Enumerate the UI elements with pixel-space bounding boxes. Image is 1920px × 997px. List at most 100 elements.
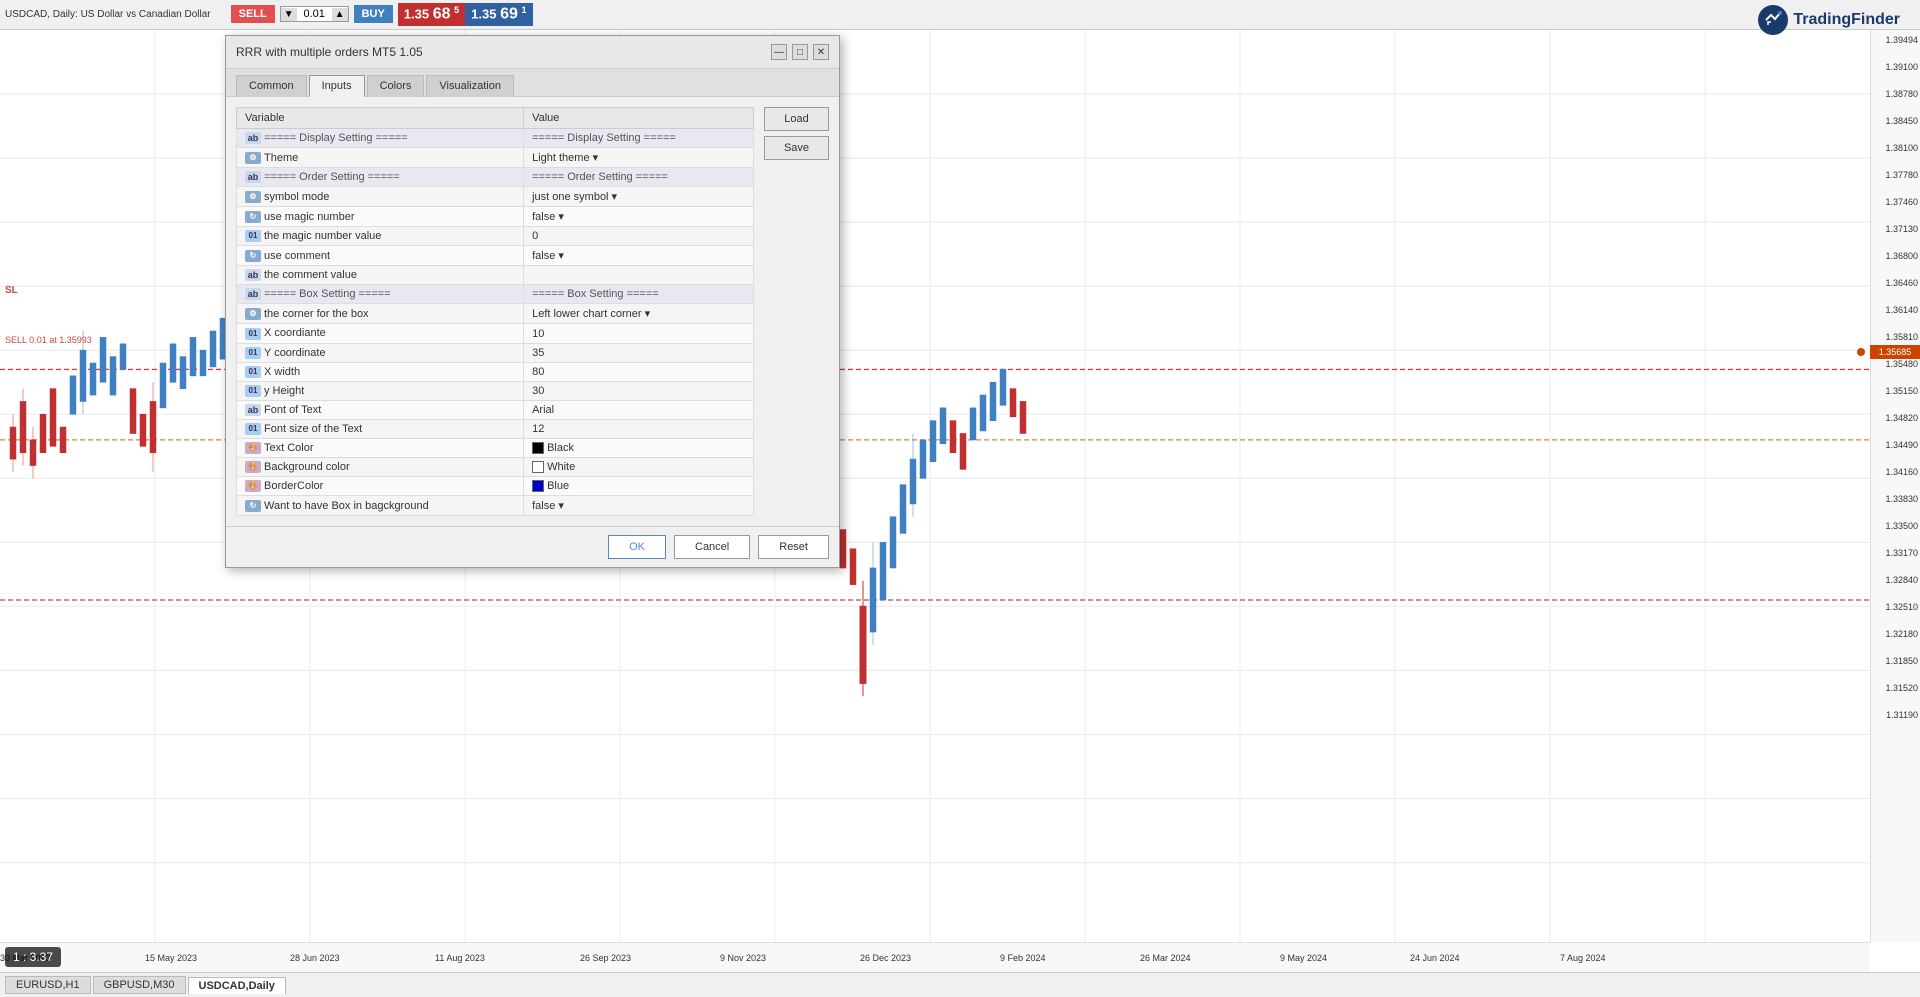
ab-icon: ab <box>245 269 261 281</box>
save-button[interactable]: Save <box>764 136 829 160</box>
dialog-tabs: Common Inputs Colors Visualization <box>226 69 839 97</box>
dialog-content: Variable Value ab===== Display Setting =… <box>226 97 839 526</box>
var-cell: 01Y coordinate <box>237 343 524 362</box>
val-cell[interactable]: 35 <box>524 343 754 362</box>
val-cell: ===== Box Setting ===== <box>524 285 754 304</box>
table-row: 01the magic number value 0 <box>237 227 754 246</box>
var-cell: 01X coordiante <box>237 324 524 343</box>
var-cell: ⚙symbol mode <box>237 187 524 207</box>
color-icon: 🎨 <box>245 461 261 473</box>
val-cell[interactable]: 0 <box>524 227 754 246</box>
table-row: ↻use comment false ▾ <box>237 246 754 266</box>
var-cell: 01X width <box>237 362 524 381</box>
val-cell[interactable]: White <box>524 458 754 477</box>
o1-icon: 01 <box>245 347 261 359</box>
val-cell[interactable]: 10 <box>524 324 754 343</box>
var-cell: 01y Height <box>237 381 524 400</box>
tab-common[interactable]: Common <box>236 75 307 97</box>
val-cell[interactable]: false ▾ <box>524 246 754 266</box>
var-cell: ↻use comment <box>237 246 524 266</box>
gear-icon: ⚙ <box>245 308 261 320</box>
o1-icon: 01 <box>245 385 261 397</box>
gear-icon: ⚙ <box>245 191 261 203</box>
ab-icon: ab <box>245 288 261 300</box>
o1-icon: 01 <box>245 366 261 378</box>
table-row: ab===== Display Setting ===== ===== Disp… <box>237 129 754 148</box>
val-cell: ===== Order Setting ===== <box>524 168 754 187</box>
table-row: 01X width 80 <box>237 362 754 381</box>
o1-icon: 01 <box>245 423 261 435</box>
ab-icon: ab <box>245 171 261 183</box>
tab-inputs[interactable]: Inputs <box>309 75 365 97</box>
var-cell: ↻Want to have Box in bagckground <box>237 496 524 516</box>
var-cell: 🎨BorderColor <box>237 477 524 496</box>
val-cell[interactable]: 80 <box>524 362 754 381</box>
table-row: ⚙the corner for the box Left lower chart… <box>237 304 754 324</box>
var-cell: 01Font size of the Text <box>237 419 524 438</box>
table-row: abthe comment value <box>237 266 754 285</box>
arrow-icon: ↻ <box>245 211 261 223</box>
color-icon: 🎨 <box>245 480 261 492</box>
val-cell[interactable] <box>524 266 754 285</box>
table-row: 01Y coordinate 35 <box>237 343 754 362</box>
table-row: abFont of Text Arial <box>237 400 754 419</box>
minimize-button[interactable]: — <box>771 44 787 60</box>
reset-button[interactable]: Reset <box>758 535 829 559</box>
load-button[interactable]: Load <box>764 107 829 131</box>
val-cell[interactable]: Left lower chart corner ▾ <box>524 304 754 324</box>
var-cell: ⚙Theme <box>237 148 524 168</box>
table-row: ↻use magic number false ▾ <box>237 207 754 227</box>
var-cell: abthe comment value <box>237 266 524 285</box>
tab-colors[interactable]: Colors <box>367 75 425 97</box>
dialog-footer: OK Cancel Reset <box>226 526 839 567</box>
var-cell: ↻use magic number <box>237 207 524 227</box>
o1-icon: 01 <box>245 328 261 340</box>
val-cell[interactable]: false ▾ <box>524 496 754 516</box>
params-table: Variable Value ab===== Display Setting =… <box>236 107 754 516</box>
val-cell[interactable]: Arial <box>524 400 754 419</box>
var-cell: 🎨Background color <box>237 458 524 477</box>
bg-color-swatch <box>532 461 544 473</box>
var-cell: ab===== Display Setting ===== <box>237 129 524 148</box>
val-cell: ===== Display Setting ===== <box>524 129 754 148</box>
arrow-icon: ↻ <box>245 250 261 262</box>
val-cell[interactable]: 12 <box>524 419 754 438</box>
val-cell[interactable]: Blue <box>524 477 754 496</box>
gear-icon: ⚙ <box>245 152 261 164</box>
ok-button[interactable]: OK <box>608 535 666 559</box>
table-row: ↻Want to have Box in bagckground false ▾ <box>237 496 754 516</box>
cancel-button[interactable]: Cancel <box>674 535 750 559</box>
dialog: RRR with multiple orders MT5 1.05 — □ ✕ … <box>225 35 840 568</box>
var-cell: ⚙the corner for the box <box>237 304 524 324</box>
val-cell[interactable]: false ▾ <box>524 207 754 227</box>
var-cell: ab===== Order Setting ===== <box>237 168 524 187</box>
close-button[interactable]: ✕ <box>813 44 829 60</box>
border-color-swatch <box>532 480 544 492</box>
arrow-icon: ↻ <box>245 500 261 512</box>
col-variable: Variable <box>237 108 524 129</box>
table-row: 01Font size of the Text 12 <box>237 419 754 438</box>
dialog-titlebar: RRR with multiple orders MT5 1.05 — □ ✕ <box>226 36 839 69</box>
maximize-button[interactable]: □ <box>792 44 808 60</box>
tab-visualization[interactable]: Visualization <box>426 75 514 97</box>
var-cell: 01the magic number value <box>237 227 524 246</box>
side-buttons: Load Save <box>764 107 829 516</box>
table-row: 🎨Background color White <box>237 458 754 477</box>
val-cell[interactable]: just one symbol ▾ <box>524 187 754 207</box>
color-icon: 🎨 <box>245 442 261 454</box>
table-row: 01y Height 30 <box>237 381 754 400</box>
table-row: ab===== Order Setting ===== ===== Order … <box>237 168 754 187</box>
val-cell[interactable]: Black <box>524 439 754 458</box>
var-cell: 🎨Text Color <box>237 439 524 458</box>
col-value: Value <box>524 108 754 129</box>
val-cell[interactable]: 30 <box>524 381 754 400</box>
dialog-overlay: RRR with multiple orders MT5 1.05 — □ ✕ … <box>0 0 1920 997</box>
table-row: 🎨Text Color Black <box>237 439 754 458</box>
o1-icon: 01 <box>245 230 261 242</box>
ab-icon: ab <box>245 404 261 416</box>
val-cell[interactable]: Light theme ▾ <box>524 148 754 168</box>
table-row: ab===== Box Setting ===== ===== Box Sett… <box>237 285 754 304</box>
table-row: ⚙symbol mode just one symbol ▾ <box>237 187 754 207</box>
var-cell: ab===== Box Setting ===== <box>237 285 524 304</box>
dialog-title: RRR with multiple orders MT5 1.05 <box>236 45 423 59</box>
